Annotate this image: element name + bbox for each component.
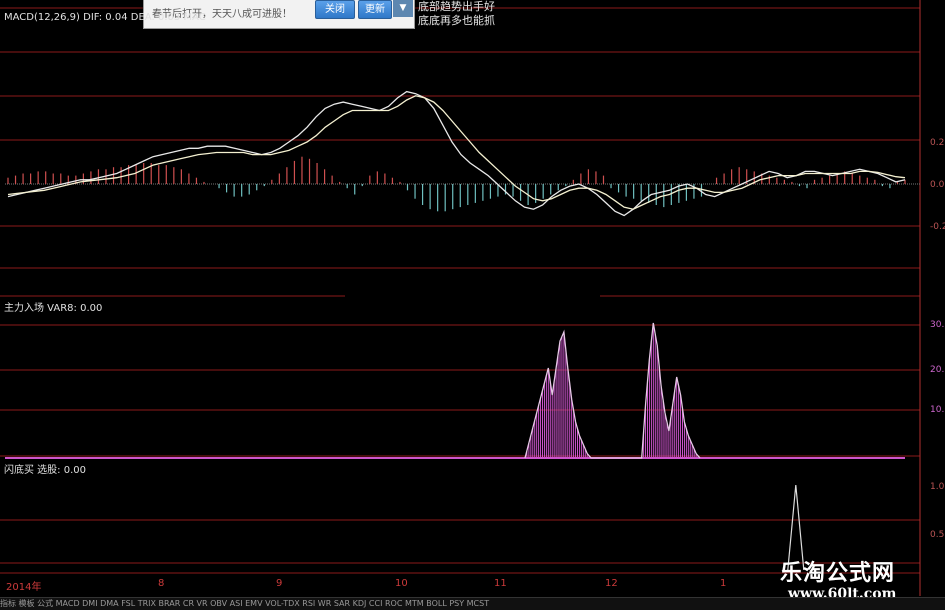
mf-tick-10: 10.0 xyxy=(930,405,945,415)
mf-tick-30: 30.0 xyxy=(930,320,945,330)
x-month-8: 8 xyxy=(158,578,165,589)
buy-tick-1: 1.0 xyxy=(930,482,945,492)
main-force-panel-label: 主力入场 VAR8: 0.00 xyxy=(4,303,103,314)
grid-lines xyxy=(0,0,921,596)
macd-tick-bottom: -0.2 xyxy=(930,222,945,232)
popup-dropdown-arrow-icon[interactable]: ▼ xyxy=(393,0,413,17)
x-month-10: 10 xyxy=(395,578,408,589)
x-month-1: 1 xyxy=(720,578,727,589)
dif-line xyxy=(7,90,906,217)
macd-tick-zero: 0.0 xyxy=(930,180,945,190)
dea-line xyxy=(7,95,906,210)
tip-line-2: 底底再多也能抓 xyxy=(418,14,495,27)
tip-text: 底部趋势出手好 底底再多也能抓 xyxy=(418,0,495,28)
popup-update-button[interactable]: 更新 xyxy=(358,0,392,19)
macd-tick-top: 0.2 xyxy=(930,138,945,148)
popup-close-button[interactable]: 关闭 xyxy=(315,0,355,19)
x-month-9: 9 xyxy=(276,578,283,589)
macd-panel-label: MACD(12,26,9) DIF: 0.04 DEA: 0.03 MAC xyxy=(4,12,206,23)
tip-line-1: 底部趋势出手好 xyxy=(418,0,495,13)
mf-tick-20: 20.0 xyxy=(930,365,945,375)
main-force-line xyxy=(524,322,701,459)
watermark-title: 乐淘公式网 xyxy=(780,561,896,586)
x-year-label: 2014年 xyxy=(6,582,42,593)
chart-canvas xyxy=(0,0,921,596)
indicator-tab-bar[interactable]: 指标 模板 公式 MACD DMI DMA FSL TRIX BRAR CR V… xyxy=(0,597,945,610)
x-month-12: 12 xyxy=(605,578,618,589)
buy-panel-label: 闪底买 选股: 0.00 xyxy=(4,465,86,476)
buy-tick-05: 0.5 xyxy=(930,530,945,540)
macd-histogram xyxy=(7,156,906,212)
x-month-11: 11 xyxy=(494,578,507,589)
